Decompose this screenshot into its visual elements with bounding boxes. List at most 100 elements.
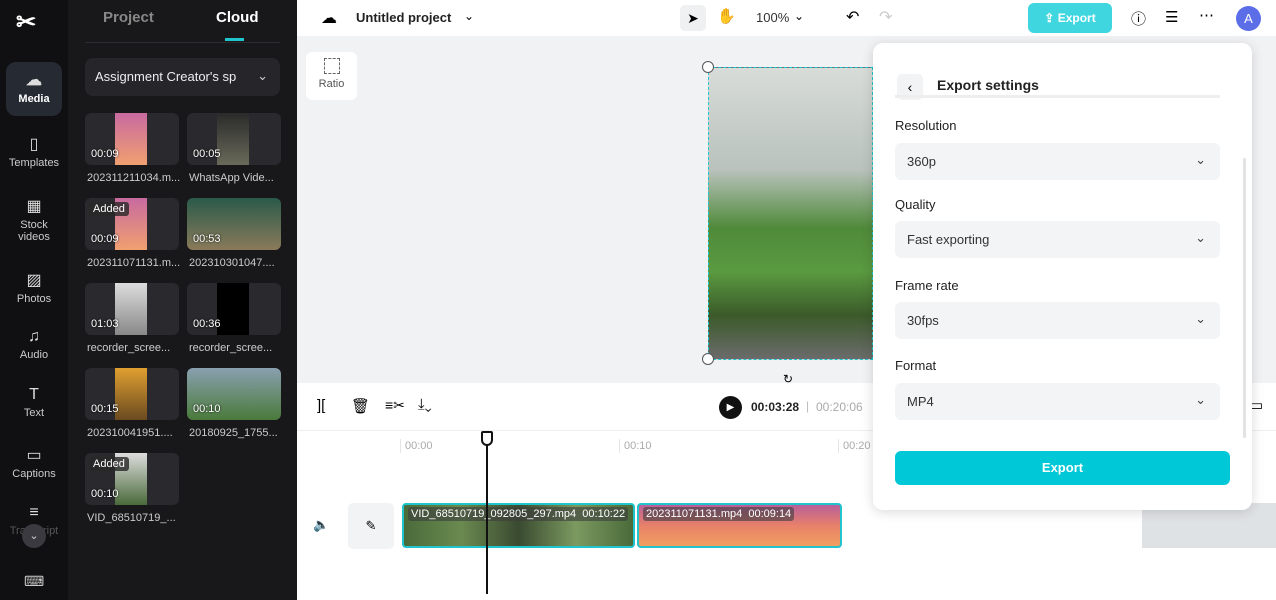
chevron-down-icon: ⌄ <box>1195 230 1206 245</box>
current-time: 00:03:28 <box>751 400 800 414</box>
expand-rail-button[interactable]: ⌄ <box>22 524 46 548</box>
media-name: recorder_scree... <box>87 342 171 354</box>
help-icon[interactable]: ⓘ <box>1131 8 1146 29</box>
play-button[interactable]: ▶ <box>719 396 742 419</box>
captions-icon: ▭ <box>26 447 42 464</box>
tick-label: 00:00 <box>405 440 433 452</box>
quality-select[interactable]: Fast exporting ⌄ <box>895 221 1220 258</box>
image-icon: ▨ <box>26 272 42 289</box>
resolution-select[interactable]: 360p ⌄ <box>895 143 1220 180</box>
transcript-icon: ≡ <box>29 504 39 521</box>
frame-rate-label: Frame rate <box>895 278 959 293</box>
cloud-upload-icon: ☁ <box>26 72 42 89</box>
thumbnail-image <box>115 113 147 165</box>
export-settings-title: Export settings <box>937 77 1039 93</box>
timeline-clip[interactable]: VID_68510719_092805_297.mp4 00:10:22 <box>402 503 635 548</box>
media-name: recorder_scree... <box>189 342 273 354</box>
clip-label: 202311071131.mp4 00:09:14 <box>643 507 795 521</box>
keyboard-icon[interactable]: ⌨ <box>24 573 44 590</box>
rail-label: Audio <box>19 349 49 361</box>
playhead-handle[interactable] <box>481 431 493 446</box>
format-label: Format <box>895 358 937 373</box>
media-thumbnail[interactable]: 00:36 <box>187 283 281 335</box>
redo-icon[interactable]: ↷ <box>879 7 892 27</box>
capcut-logo: ✂ <box>16 9 37 36</box>
added-badge: Added <box>89 202 129 216</box>
format-select[interactable]: MP4 ⌄ <box>895 383 1220 420</box>
media-thumbnail[interactable]: Added 00:09 <box>85 198 179 250</box>
ratio-icon <box>323 58 340 74</box>
templates-icon: ▯ <box>29 136 39 153</box>
chevron-down-icon[interactable]: ⌄ <box>794 9 804 23</box>
resize-handle[interactable] <box>702 61 714 73</box>
chevron-down-icon[interactable]: ⌄ <box>464 9 474 23</box>
thumbnail-image <box>217 283 249 335</box>
rail-item-templates[interactable]: ▯ Templates <box>6 126 62 180</box>
tab-project[interactable]: Project <box>103 9 154 26</box>
chevron-down-icon: ⌄ <box>1195 152 1206 167</box>
video-preview[interactable] <box>708 67 873 360</box>
timeline-clip[interactable]: 202311071131.mp4 00:09:14 <box>637 503 842 548</box>
media-name: WhatsApp Vide... <box>189 172 274 184</box>
delete-icon[interactable]: 🗑 <box>351 397 370 415</box>
more-icon[interactable]: ⋯ <box>1199 6 1214 24</box>
ratio-button[interactable]: Ratio <box>306 52 357 100</box>
media-thumbnail[interactable]: 00:05 <box>187 113 281 165</box>
chevron-down-icon: ⌄ <box>1195 392 1206 407</box>
rail-item-photos[interactable]: ▨ Photos <box>6 262 62 316</box>
media-name: 20180925_1755... <box>189 427 278 439</box>
edit-cover-button[interactable]: ✎ <box>348 503 394 549</box>
duration-label: 00:05 <box>193 148 221 160</box>
duration-label: 00:10 <box>91 488 119 500</box>
export-button[interactable]: Export <box>895 451 1230 485</box>
avatar[interactable]: A <box>1236 6 1261 31</box>
media-thumbnail[interactable]: Added 00:10 <box>85 453 179 505</box>
media-thumbnail[interactable]: 01:03 <box>85 283 179 335</box>
chevron-down-icon: ⌄ <box>257 68 268 83</box>
media-thumbnail[interactable]: 00:53 <box>187 198 281 250</box>
folder-dropdown[interactable]: Assignment Creator's sp ⌄ <box>85 58 280 96</box>
export-top-button[interactable]: ⇪ Export <box>1028 3 1112 33</box>
rail-label: Photos <box>16 293 52 305</box>
media-thumbnail[interactable]: 00:10 <box>187 368 281 420</box>
rail-item-stock-videos[interactable]: ▦ Stock videos <box>6 188 62 243</box>
frame-rate-select[interactable]: 30fps ⌄ <box>895 302 1220 339</box>
media-thumbnail[interactable]: 00:15 <box>85 368 179 420</box>
tab-cloud[interactable]: Cloud <box>216 9 259 26</box>
playhead[interactable] <box>486 432 488 594</box>
thumbnail-image <box>115 368 147 420</box>
left-rail: ✂ ☁ Media ▯ Templates ▦ Stock videos ▨ Photo… <box>0 0 68 600</box>
rail-label: Stock videos <box>18 219 50 243</box>
split-icon[interactable]: ][ <box>317 397 325 414</box>
film-icon: ▦ <box>26 198 42 215</box>
export-label: Export <box>1057 11 1096 25</box>
project-title[interactable]: Untitled project <box>356 10 451 25</box>
volume-icon[interactable]: 🔈 <box>313 517 329 533</box>
zoom-level[interactable]: 100% <box>756 10 789 25</box>
resize-handle[interactable] <box>702 353 714 365</box>
rail-item-text[interactable]: T Text <box>6 378 62 432</box>
rail-item-captions[interactable]: ▭ Captions <box>6 437 62 491</box>
undo-icon[interactable]: ↶ <box>846 7 859 27</box>
rail-label: Text <box>23 407 45 419</box>
active-tab-indicator <box>225 38 244 41</box>
media-thumbnail[interactable]: 00:09 <box>85 113 179 165</box>
hand-tool-icon[interactable]: ✋ <box>717 7 736 25</box>
download-icon[interactable]: ⤓⌄ <box>418 396 432 413</box>
resolution-label: Resolution <box>895 118 957 133</box>
media-name: 202310301047.... <box>189 257 275 269</box>
trim-icon[interactable]: ≡✂ <box>385 397 405 414</box>
rail-item-media[interactable]: ☁ Media <box>6 62 62 116</box>
top-bar: ☁ Untitled project ⌄ ➤ ✋ 100% ⌄ ↶ ↷ ⇪ Ex… <box>297 0 1276 36</box>
select-tool-icon[interactable]: ➤ <box>680 5 706 31</box>
rail-item-audio[interactable]: ♫ Audio <box>6 320 62 374</box>
scrollbar[interactable] <box>1243 158 1246 438</box>
media-name: 202311211034.m... <box>87 172 181 184</box>
text-icon: T <box>29 386 39 403</box>
divider <box>895 95 1220 98</box>
chevron-down-icon: ⌄ <box>1195 311 1206 326</box>
layers-icon[interactable]: ☰ <box>1165 8 1178 26</box>
media-name: VID_68510719_... <box>87 512 176 524</box>
duration-label: 00:10 <box>193 403 221 415</box>
tick-label: 00:20 <box>843 440 871 452</box>
